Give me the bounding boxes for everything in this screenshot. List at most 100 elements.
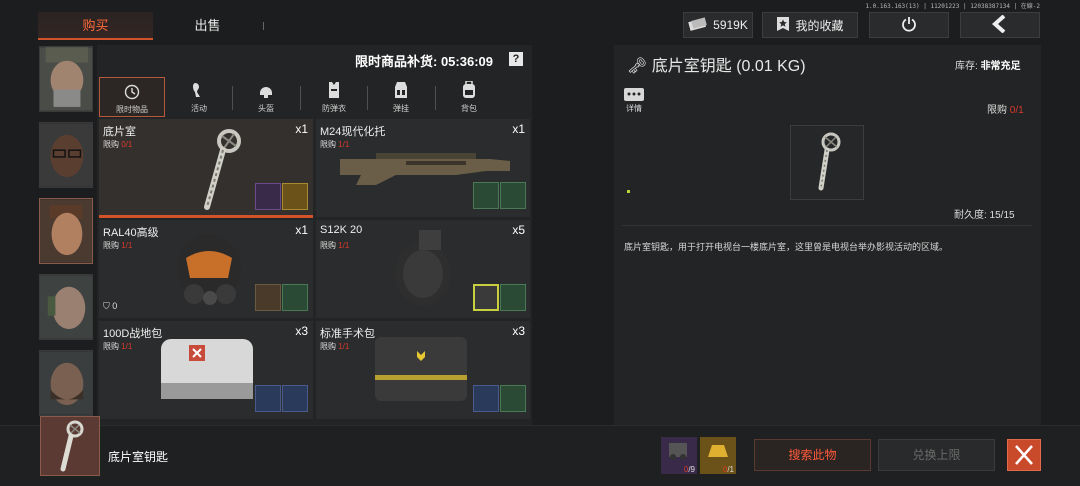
cost-count: 0/1 xyxy=(722,465,734,474)
close-button[interactable] xyxy=(1007,439,1041,471)
item-name: 标准手术包 xyxy=(320,328,375,340)
item-name: RAL40高级 xyxy=(103,227,159,239)
divider xyxy=(622,225,1032,226)
power-icon xyxy=(901,16,917,35)
cash-icon xyxy=(688,16,708,34)
item-card-surgical-kit[interactable]: 标准手术包 限购 1/1 x3 xyxy=(316,321,530,419)
search-item-button[interactable]: 搜索此物 xyxy=(754,439,871,471)
item-card-ral40[interactable]: RAL40高级 限购 1/1 x1 ⛉ 0 xyxy=(99,220,313,318)
redeem-limit-button[interactable]: 兑换上限 xyxy=(878,439,995,471)
rig-icon xyxy=(368,77,434,99)
item-limit: 限购 1/1 xyxy=(103,241,133,250)
details-label: 详情 xyxy=(626,104,642,113)
item-card-film-room-key[interactable]: 底片室 限购 0/1 x1 xyxy=(99,119,313,218)
item-quantity: x3 xyxy=(512,324,525,338)
gas-mask-icon xyxy=(177,234,241,305)
cost-item-slot[interactable]: 0/9 xyxy=(661,437,697,474)
category-limited[interactable]: 限时物品 xyxy=(99,77,165,117)
item-quantity: x1 xyxy=(295,223,308,237)
favorites-label: 我的收藏 xyxy=(795,18,844,33)
gold-bar-icon xyxy=(708,445,728,457)
item-quantity: x1 xyxy=(295,122,308,136)
device-icon xyxy=(669,443,687,460)
tab-divider xyxy=(263,22,264,30)
required-item-slot[interactable] xyxy=(255,385,281,412)
trader-avatar-2[interactable] xyxy=(39,122,93,188)
back-button[interactable] xyxy=(960,12,1040,38)
required-item-slot[interactable] xyxy=(473,182,499,209)
key-icon: 🗝 xyxy=(627,58,648,75)
cost-item-slot[interactable]: 0/1 xyxy=(700,437,736,474)
category-label: 防弹衣 xyxy=(322,104,346,113)
category-vest[interactable]: 防弹衣 xyxy=(301,77,367,117)
helmet-icon xyxy=(233,77,299,99)
armor-indicator: ⛉ 0 xyxy=(103,301,118,311)
restock-timer: 限时商品补货: 05:36:09 xyxy=(355,54,493,69)
trader-avatar-5[interactable] xyxy=(39,350,93,416)
item-card-m24-stock[interactable]: M24现代化托 限购 1/1 x1 xyxy=(316,119,530,217)
selected-item-thumbnail xyxy=(40,416,100,476)
item-name: S12K 20 xyxy=(320,224,363,236)
required-item-slot[interactable] xyxy=(500,284,526,311)
item-name: 底片室 xyxy=(103,126,136,138)
help-button[interactable]: ? xyxy=(509,52,523,66)
horn-icon xyxy=(166,77,232,99)
item-limit: 限购 1/1 xyxy=(320,342,350,351)
category-event[interactable]: 活动 xyxy=(166,77,232,117)
chat-bubble-icon xyxy=(624,88,644,101)
item-quantity: x1 xyxy=(512,122,525,136)
version-text: 1.0.163.163(13) | 11201223 | 12038387134… xyxy=(865,3,1040,10)
key-icon xyxy=(60,420,84,472)
surgical-bag-icon xyxy=(375,337,467,401)
item-limit: 限购 1/1 xyxy=(320,241,350,250)
favorites-button[interactable]: 我的收藏 xyxy=(762,12,858,38)
key-icon xyxy=(818,132,841,191)
item-limit: 限购 1/1 xyxy=(103,342,133,351)
cost-count: 0/9 xyxy=(683,465,695,474)
tab-buy[interactable]: 购买 xyxy=(38,12,153,40)
category-label: 活动 xyxy=(191,104,207,113)
trader-avatar-1[interactable] xyxy=(39,46,93,112)
item-detail-panel xyxy=(614,45,1041,425)
category-label: 背包 xyxy=(461,104,477,113)
detail-item-image xyxy=(790,125,864,200)
trader-avatar-3[interactable] xyxy=(39,198,93,264)
star-badge-icon xyxy=(776,16,790,35)
medical-bag-icon xyxy=(161,339,253,399)
category-label: 头盔 xyxy=(258,104,274,113)
required-item-slot[interactable] xyxy=(500,182,526,209)
stock-status: 库存: 非常充足 xyxy=(955,61,1021,72)
required-item-slot[interactable] xyxy=(282,385,308,412)
item-quantity: x5 xyxy=(512,223,525,237)
required-item-slot[interactable] xyxy=(282,284,308,311)
drum-magazine-icon xyxy=(395,230,451,306)
required-item-slot[interactable] xyxy=(473,385,499,412)
vest-icon xyxy=(301,77,367,99)
item-quantity: x3 xyxy=(295,324,308,338)
status-dot xyxy=(627,190,630,193)
category-rig[interactable]: 弹挂 xyxy=(368,77,434,117)
required-item-slot[interactable] xyxy=(500,385,526,412)
required-item-slot[interactable] xyxy=(255,183,281,210)
clock-icon xyxy=(100,78,164,100)
power-button[interactable] xyxy=(869,12,949,38)
required-item-slot[interactable] xyxy=(255,284,281,311)
shield-icon: ⛉ xyxy=(103,301,110,311)
category-label: 限时物品 xyxy=(116,105,148,114)
close-icon xyxy=(1015,445,1033,465)
required-item-slot[interactable] xyxy=(282,183,308,210)
purchase-limit: 限购 0/1 xyxy=(987,105,1024,116)
trader-avatar-4[interactable] xyxy=(39,274,93,340)
item-card-100d-field-bag[interactable]: 100D战地包 限购 1/1 x3 xyxy=(99,321,313,419)
category-label: 弹挂 xyxy=(393,104,409,113)
item-name: 100D战地包 xyxy=(103,328,163,340)
category-helmet[interactable]: 头盔 xyxy=(233,77,299,117)
required-item-slot[interactable] xyxy=(473,284,499,311)
durability: 耐久度: 15/15 xyxy=(954,210,1015,221)
item-card-s12k-drum[interactable]: S12K 20 限购 1/1 x5 xyxy=(316,220,530,318)
selected-item-name: 底片室钥匙 xyxy=(108,450,169,464)
tab-sell[interactable]: 出售 xyxy=(150,12,265,40)
details-button[interactable]: 详情 xyxy=(623,88,645,114)
category-backpack[interactable]: 背包 xyxy=(436,77,502,117)
currency-display[interactable]: 5919K xyxy=(683,12,753,38)
